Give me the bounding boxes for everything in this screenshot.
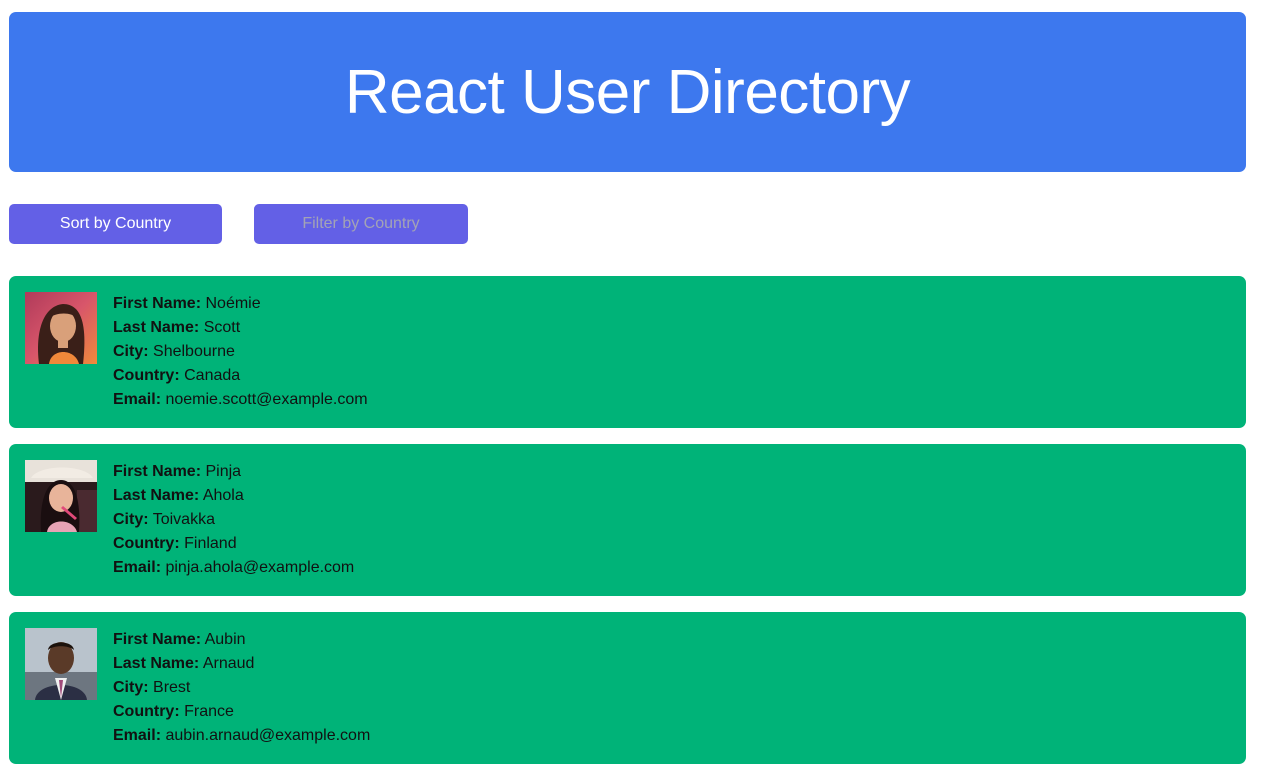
page: React User Directory Sort by Country Fil… — [0, 0, 1261, 775]
filter-by-country-input[interactable] — [254, 204, 468, 244]
country-value: Canada — [184, 367, 241, 384]
first-name-row: First Name: Noémie — [113, 295, 261, 312]
city-value: Toivakka — [152, 511, 215, 528]
email-row: Email: noemie.scott@example.com — [113, 391, 368, 408]
user-info: First Name: Pinja Last Name: Ahola City:… — [113, 460, 354, 580]
email-row: Email: pinja.ahola@example.com — [113, 559, 355, 576]
country-row: Country: France — [113, 703, 234, 720]
first-name-row: First Name: Aubin — [113, 631, 246, 648]
user-card: First Name: Noémie Last Name: Scott City… — [9, 276, 1246, 428]
city-value: Brest — [153, 679, 191, 696]
avatar — [25, 292, 97, 364]
last-name-value: Ahola — [202, 487, 244, 504]
last-name-row: Last Name: Scott — [113, 319, 241, 336]
last-name-value: Scott — [203, 319, 241, 336]
user-card: First Name: Pinja Last Name: Ahola City:… — [9, 444, 1246, 596]
country-value: Finland — [184, 535, 237, 552]
first-name-value: Aubin — [204, 631, 246, 648]
city-row: City: Shelbourne — [113, 343, 235, 360]
first-name-row: First Name: Pinja — [113, 463, 242, 480]
user-photo-icon — [25, 460, 97, 532]
avatar — [25, 628, 97, 700]
email-value: aubin.arnaud@example.com — [165, 727, 371, 744]
country-row: Country: Canada — [113, 367, 241, 384]
email-value: pinja.ahola@example.com — [165, 559, 355, 576]
user-info: First Name: Noémie Last Name: Scott City… — [113, 292, 368, 412]
sort-by-country-button[interactable]: Sort by Country — [9, 204, 222, 244]
first-name-value: Pinja — [205, 463, 242, 480]
first-name-value: Noémie — [205, 295, 261, 312]
email-row: Email: aubin.arnaud@example.com — [113, 727, 371, 744]
country-value: France — [184, 703, 234, 720]
last-name-value: Arnaud — [202, 655, 255, 672]
page-title: React User Directory — [344, 57, 911, 127]
country-row: Country: Finland — [113, 535, 237, 552]
last-name-row: Last Name: Ahola — [113, 487, 244, 504]
user-photo-icon — [25, 628, 97, 700]
email-value: noemie.scott@example.com — [165, 391, 368, 408]
user-card: First Name: Aubin Last Name: Arnaud City… — [9, 612, 1246, 764]
city-row: City: Toivakka — [113, 511, 215, 528]
city-row: City: Brest — [113, 679, 191, 696]
avatar — [25, 460, 97, 532]
user-info: First Name: Aubin Last Name: Arnaud City… — [113, 628, 370, 748]
city-value: Shelbourne — [153, 343, 235, 360]
last-name-row: Last Name: Arnaud — [113, 655, 255, 672]
user-photo-icon — [25, 292, 97, 364]
app-header: React User Directory — [9, 12, 1246, 172]
